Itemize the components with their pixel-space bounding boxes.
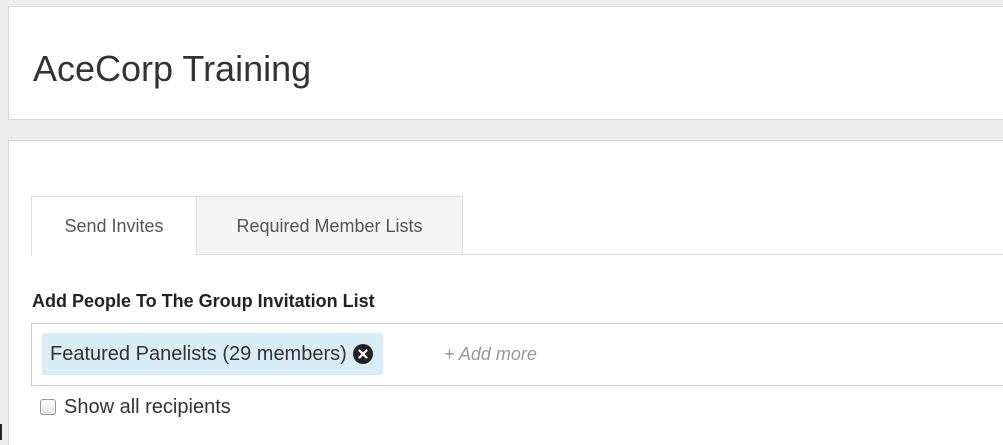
add-more-placeholder[interactable]: + Add more xyxy=(444,342,537,366)
x-circle-icon[interactable] xyxy=(352,344,373,364)
x-circle-icon-glyph xyxy=(358,349,368,359)
show-all-recipients-row[interactable]: Show all recipients xyxy=(40,395,231,419)
content-panel: Send Invites Required Member Lists Add P… xyxy=(8,140,1003,445)
tab-send-invites[interactable]: Send Invites xyxy=(31,196,197,256)
recipient-token-label: Featured Panelists (29 members) xyxy=(50,343,347,365)
tab-bar: Send Invites Required Member Lists xyxy=(31,196,1003,256)
app-window: AceCorp Training Send Invites Required M… xyxy=(0,0,1003,445)
recipient-token: Featured Panelists (29 members) xyxy=(42,333,383,375)
left-edge-marker xyxy=(0,424,2,440)
show-all-recipients-checkbox[interactable] xyxy=(40,399,56,415)
tab-required-member-lists[interactable]: Required Member Lists xyxy=(197,196,463,255)
recipient-input[interactable]: Featured Panelists (29 members) + Add mo… xyxy=(31,323,1003,386)
app-title: AceCorp Training xyxy=(33,48,312,89)
show-all-recipients-label: Show all recipients xyxy=(64,396,231,418)
header-panel: AceCorp Training xyxy=(8,6,1003,120)
invitation-list-label: Add People To The Group Invitation List xyxy=(32,291,375,311)
